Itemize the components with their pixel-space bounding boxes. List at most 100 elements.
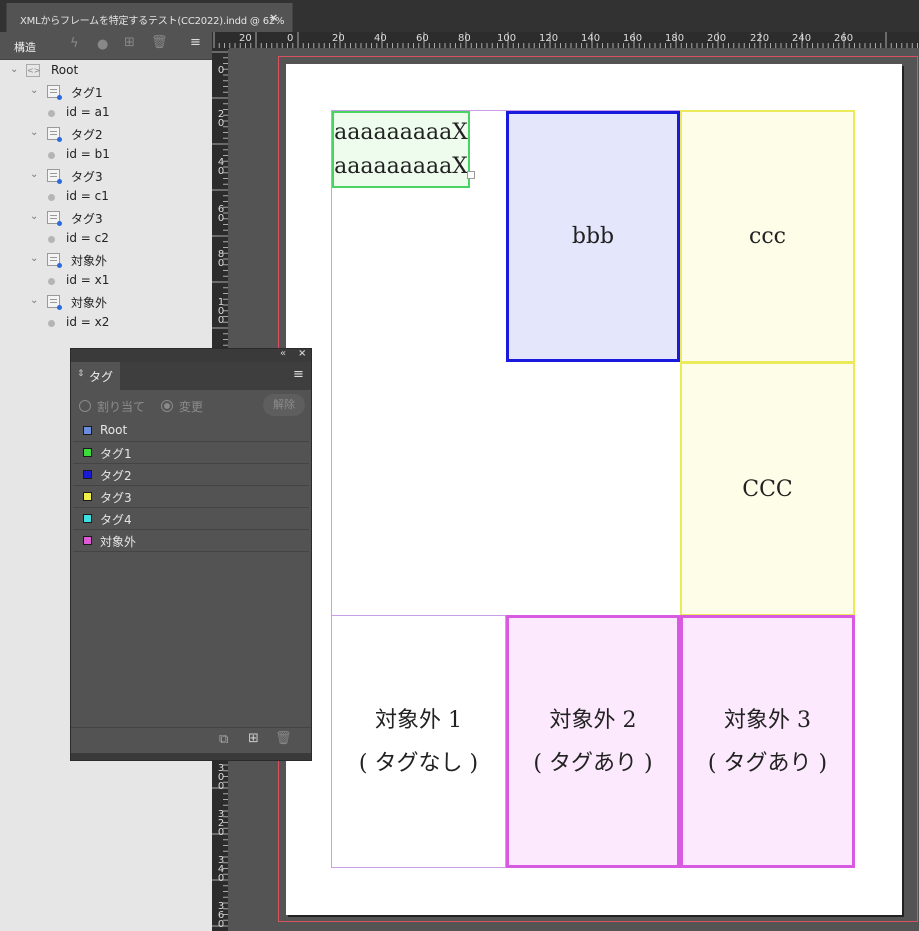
tree-item-element[interactable]: ⌄ タグ3 (0, 167, 210, 187)
text-frame-a1[interactable]: aaaaaaaaaX aaaaaaaaaX (332, 111, 470, 188)
text-frame-x1[interactable]: 対象外 1 ( タグなし ) (331, 615, 506, 868)
chevron-down-icon[interactable]: ⌄ (30, 127, 38, 138)
lightning-icon[interactable]: ϟ (70, 36, 79, 51)
tree-item-element[interactable]: ⌄ タグ1 (0, 83, 210, 103)
tree-item-element[interactable]: ⌄ 対象外 (0, 293, 210, 313)
tree-item-attribute[interactable]: id = x1 (0, 272, 210, 292)
ruler-label: 40 (374, 33, 387, 44)
trash-icon[interactable]: 🗑 (275, 731, 292, 746)
attribute-label: id = c2 (66, 231, 109, 245)
frame-text-line: aaaaaaaaaX (334, 153, 468, 179)
text-frame-x2[interactable]: 対象外 2 ( タグあり ) (506, 615, 680, 868)
frame-text: CCC (742, 476, 793, 502)
new-element-icon[interactable]: ⊞ (124, 35, 135, 50)
tag-list-item[interactable]: タグ1 (73, 442, 309, 464)
tree-item-root[interactable]: ⌄ <> Root (0, 62, 210, 82)
text-frame-c1[interactable]: ccc (680, 110, 855, 363)
panel-menu-icon[interactable]: ≡ (293, 367, 304, 382)
ruler-label: 120 (539, 33, 559, 44)
chevron-down-icon[interactable]: ⌄ (30, 85, 38, 96)
radio-assign[interactable] (79, 400, 91, 412)
root-element-icon: <> (26, 64, 41, 77)
ruler-label: 60 (416, 33, 429, 44)
attribute-label: id = x1 (66, 273, 110, 287)
ruler-label: 0 (287, 33, 294, 44)
ruler-label: 320 (217, 809, 225, 838)
text-frame-x3[interactable]: 対象外 3 ( タグあり ) (680, 615, 855, 868)
tags-panel-titlebar[interactable]: « × (71, 348, 311, 362)
tree-item-label: タグ3 (71, 170, 103, 184)
ruler-label: 180 (665, 33, 685, 44)
tree-item-label: タグ3 (71, 212, 103, 226)
load-tags-icon[interactable]: ⧉ (219, 732, 228, 747)
ruler-label: 100 (497, 33, 517, 44)
tree-item-attribute[interactable]: id = c2 (0, 230, 210, 250)
trash-icon[interactable]: 🗑 (151, 35, 168, 50)
tag-color-swatch (83, 448, 92, 457)
tag-color-swatch (83, 514, 92, 523)
radio-change[interactable] (161, 400, 173, 412)
close-tab-icon[interactable]: × (269, 11, 278, 24)
close-icon[interactable]: × (298, 348, 306, 359)
tag-list: Root タグ1 タグ2 タグ3 タグ4 対象外 (71, 420, 311, 726)
tree-item-label: 対象外 (71, 296, 108, 310)
tag-color-swatch (83, 536, 92, 545)
element-icon (47, 169, 62, 184)
ruler-label: 40 (217, 157, 225, 177)
tag-list-item[interactable]: 対象外 (73, 530, 309, 552)
tree-item-label: タグ1 (71, 86, 103, 100)
tag-list-item[interactable]: Root (73, 420, 309, 442)
tree-item-attribute[interactable]: id = a1 (0, 104, 210, 124)
tag-list-item[interactable]: タグ2 (73, 464, 309, 486)
tree-item-element[interactable]: ⌄ タグ3 (0, 209, 210, 229)
tree-item-element[interactable]: ⌄ タグ2 (0, 125, 210, 145)
remove-button[interactable]: 解除 (263, 394, 305, 416)
frame-text-line: ( タグあり ) (707, 750, 828, 776)
tag-color-swatch (83, 470, 92, 479)
text-frame-c2[interactable]: CCC (680, 362, 855, 616)
tree-item-label: Root (51, 63, 79, 77)
ruler-label: 200 (707, 33, 727, 44)
document-page[interactable]: aaaaaaaaaX aaaaaaaaaX bbb ccc CCC 対象外 1 … (286, 64, 902, 915)
ruler-ticks (213, 32, 918, 48)
resize-grip[interactable] (71, 753, 311, 760)
text-frame-b1[interactable]: bbb (506, 111, 680, 362)
tree-item-element[interactable]: ⌄ 対象外 (0, 251, 210, 271)
add-attribute-icon[interactable]: ● (97, 37, 108, 52)
frame-text: ccc (749, 224, 786, 249)
tag-name: Root (100, 423, 128, 437)
document-tab[interactable]: XMLからフレームを特定するテスト(CC2022).indd @ 62% × (6, 3, 293, 32)
chevron-down-icon[interactable]: ⌄ (30, 295, 38, 306)
tags-panel-footer: ⧉ ⊞ 🗑 (71, 727, 311, 754)
frame-text: bbb (571, 224, 615, 249)
tree-item-attribute[interactable]: id = b1 (0, 146, 210, 166)
tag-name: タグ3 (100, 491, 132, 505)
tag-name: タグ1 (100, 447, 132, 461)
chevron-down-icon[interactable]: ⌄ (10, 64, 18, 75)
structure-panel-title: 構造 (14, 41, 36, 54)
overset-handle[interactable] (467, 171, 475, 179)
chevron-down-icon[interactable]: ⌄ (30, 253, 38, 264)
ruler-label: 340 (217, 855, 225, 884)
tree-item-attribute[interactable]: id = c1 (0, 188, 210, 208)
ruler-label: 140 (581, 33, 601, 44)
tree-item-attribute[interactable]: id = x2 (0, 314, 210, 334)
tag-list-item[interactable]: タグ3 (73, 486, 309, 508)
collapse-icon[interactable]: « (280, 348, 286, 359)
ruler-label: 260 (834, 33, 854, 44)
element-icon (47, 211, 62, 226)
attribute-label: id = a1 (66, 105, 110, 119)
tab-tags[interactable]: ⇕ タグ (71, 362, 120, 390)
chevron-down-icon[interactable]: ⌄ (30, 211, 38, 222)
tag-list-item[interactable]: タグ4 (73, 508, 309, 530)
attribute-dot-icon (48, 194, 55, 201)
element-icon (47, 85, 62, 100)
new-tag-icon[interactable]: ⊞ (248, 731, 259, 746)
tags-panel: « × ⇕ タグ ≡ 割り当て 変更 解除 Root タグ1 タグ2 タグ3 タ… (70, 348, 312, 761)
horizontal-ruler[interactable]: 20 0 20 40 60 80 100 120 140 160 180 200… (212, 32, 919, 49)
panel-menu-icon[interactable]: ≡ (190, 35, 201, 50)
attribute-dot-icon (48, 236, 55, 243)
chevron-down-icon[interactable]: ⌄ (30, 169, 38, 180)
tag-name: タグ2 (100, 469, 132, 483)
ruler-label: 300 (217, 763, 225, 792)
